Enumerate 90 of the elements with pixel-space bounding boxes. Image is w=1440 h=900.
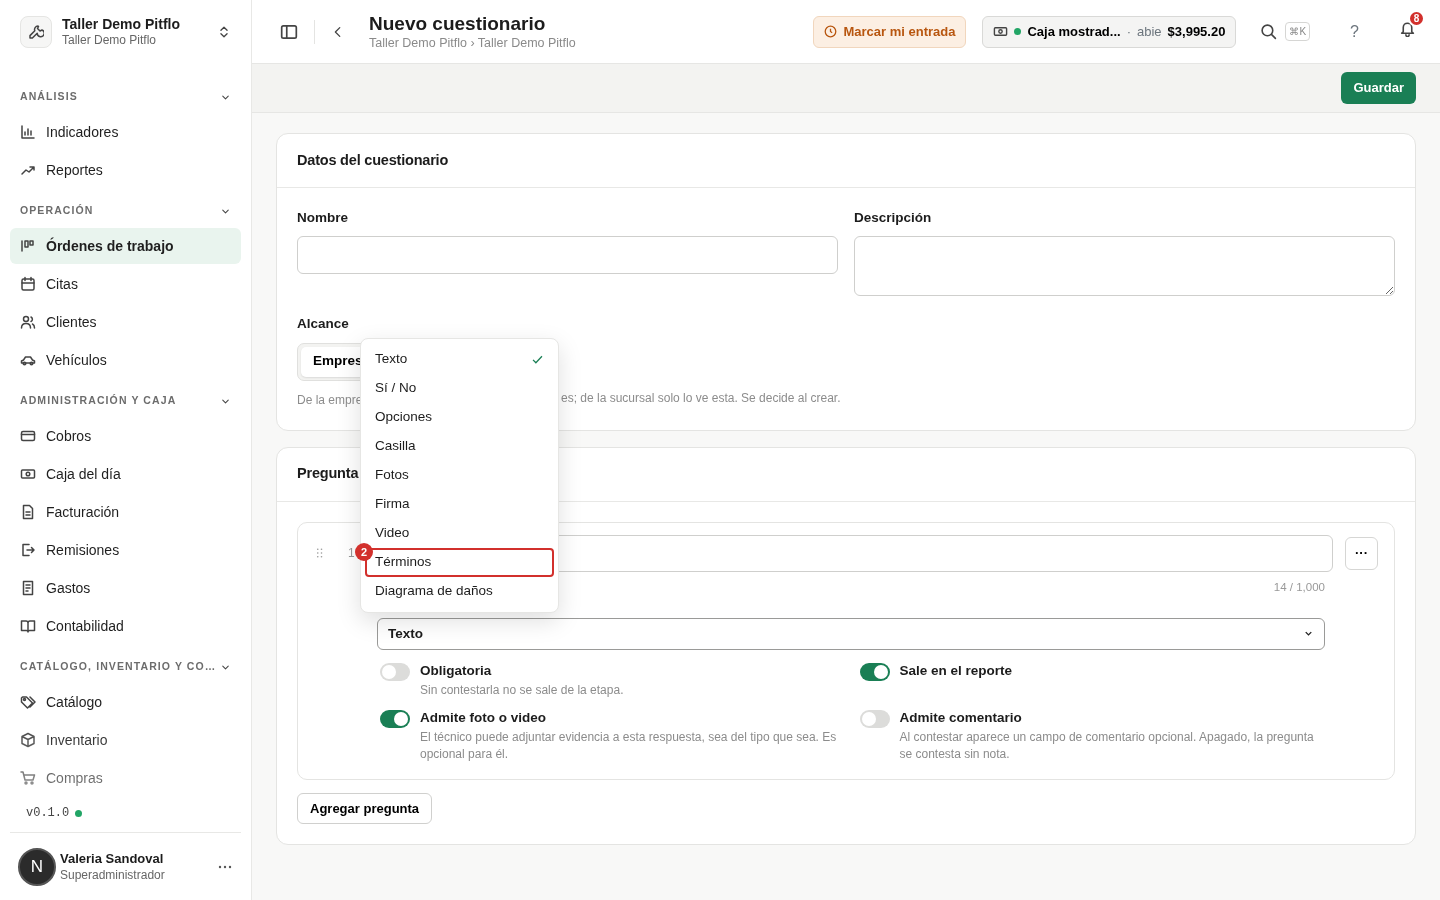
receipt-icon xyxy=(20,580,36,596)
cash-icon xyxy=(20,466,36,482)
more-button[interactable]: ··· xyxy=(1345,536,1378,570)
status-dot xyxy=(75,809,83,817)
menu-option[interactable]: Sí / No xyxy=(373,378,554,399)
sidebar-toggle-icon[interactable] xyxy=(280,22,298,41)
breadcrumb: Taller Demo Pitflo › Taller Demo Pitflo xyxy=(369,34,577,51)
workspace-subtitle: Taller Demo Pitflo xyxy=(62,33,158,48)
section-heading[interactable]: OPERACIÓN xyxy=(20,203,94,219)
document-icon xyxy=(20,504,36,520)
toggle-switch[interactable] xyxy=(859,662,890,681)
status-dot xyxy=(1014,28,1022,35)
sidebar-item[interactable]: Reportes xyxy=(10,152,241,188)
separator-dot: · xyxy=(1126,22,1131,41)
field-label: Descripción xyxy=(854,209,933,227)
toggle-switch[interactable] xyxy=(380,662,410,681)
calendar-icon xyxy=(20,276,36,292)
kanban-icon xyxy=(20,238,36,254)
sidebar-item[interactable]: Caja del día xyxy=(10,456,241,492)
cash-icon xyxy=(993,24,1009,39)
sidebar-item[interactable]: Remisiones xyxy=(10,532,241,568)
toggle-label: Admite comentario xyxy=(899,708,1023,727)
add-question-button[interactable]: Agregar pregunta xyxy=(297,792,433,824)
clock-icon xyxy=(824,25,838,38)
bar-chart-icon xyxy=(20,124,36,140)
toggle-label: Admite foto o video xyxy=(420,708,547,727)
sidebar-item[interactable]: Contabilidad xyxy=(10,608,241,644)
question-number: 1 xyxy=(348,545,356,562)
save-button[interactable]: Guardar xyxy=(1341,72,1416,104)
section-heading[interactable]: ANÁLISIS xyxy=(20,89,78,105)
character-count: 14 / 1,000 xyxy=(1273,579,1325,595)
sidebar-item[interactable]: Indicadores xyxy=(10,114,241,150)
hint-text: es; de la sucursal solo lo ve esta. Se decide al crear. xyxy=(561,389,841,407)
box-icon xyxy=(20,732,36,748)
avatar[interactable]: N xyxy=(18,847,56,886)
cart-icon xyxy=(20,770,36,786)
user-role: Superadministrador xyxy=(60,866,166,883)
menu-option[interactable]: Video xyxy=(373,523,554,544)
section-heading[interactable]: ADMINISTRACIÓN Y CAJA xyxy=(20,393,177,409)
page-title: Nuevo cuestionario xyxy=(369,12,547,35)
menu-option[interactable]: Diagrama de daños xyxy=(373,581,554,602)
wrench-icon xyxy=(20,16,52,48)
sidebar-item[interactable]: Inventario xyxy=(10,722,241,758)
toggle-label: Sale en el reporte xyxy=(899,661,1013,680)
section-heading[interactable]: CATÁLOGO, INVENTARIO Y CO… xyxy=(20,659,217,675)
sidebar-item[interactable]: Gastos xyxy=(10,570,241,606)
description-field[interactable] xyxy=(854,236,1395,297)
sidebar-item[interactable]: Citas xyxy=(10,266,241,302)
field-label: Nombre xyxy=(297,209,349,227)
menu-option[interactable]: Texto xyxy=(373,349,554,370)
sidebar-item[interactable]: Compras xyxy=(10,760,241,796)
toggle-label: Obligatoria xyxy=(420,661,493,680)
export-icon xyxy=(20,542,36,558)
workspace-name: Taller Demo Pitflo xyxy=(62,16,181,33)
toggle-description: El técnico puede adjuntar evidencia a esta respuesta, sea del tipo que sea. Es opcional para él. xyxy=(420,728,838,763)
register-name: Caja mostrad... xyxy=(1027,22,1121,41)
tags-icon xyxy=(20,694,36,710)
field-label: Alcance xyxy=(297,315,350,334)
users-icon xyxy=(20,314,36,330)
sidebar-item[interactable]: Facturación xyxy=(10,494,241,530)
search-icon[interactable] xyxy=(1260,23,1278,40)
menu-option[interactable]: Opciones xyxy=(373,407,554,428)
shortcut-hint: ⌘K xyxy=(1285,22,1311,41)
card-icon xyxy=(20,428,36,444)
toggle-switch[interactable] xyxy=(859,709,890,728)
sidebar-item[interactable]: Clientes xyxy=(10,304,241,340)
step-badge: 2 xyxy=(355,543,373,561)
register-amount: $3,995.20 xyxy=(1167,22,1226,41)
cash-register-button[interactable]: Caja mostrad... · abie $3,995.20 xyxy=(982,15,1237,48)
toggle-switch[interactable] xyxy=(380,709,410,728)
register-status: abie xyxy=(1137,22,1162,41)
type-select[interactable]: Texto xyxy=(377,617,1325,650)
book-icon xyxy=(20,618,36,634)
sidebar-item[interactable]: Catálogo xyxy=(10,684,241,720)
name-field[interactable] xyxy=(297,236,838,275)
bell-icon[interactable] xyxy=(1399,20,1416,37)
sidebar-item[interactable]: Vehículos xyxy=(10,342,241,378)
menu-option[interactable]: Fotos xyxy=(373,465,554,486)
select-value: Texto xyxy=(388,624,423,643)
notification-count: 8 xyxy=(1408,10,1425,27)
switcher-icon[interactable] xyxy=(217,25,231,39)
sidebar-item[interactable]: Cobros xyxy=(10,418,241,454)
user-name: Valeria Sandoval xyxy=(60,850,165,867)
toggle-description: Al contestar aparece un campo de comentario opcional. Apagado, la pregunta se contesta sin nota. xyxy=(899,728,1315,763)
version-label: v0.1.0 xyxy=(26,805,70,822)
card-title: Datos del cuestionario xyxy=(277,134,1415,188)
clock-in-button[interactable]: Marcar mi entrada xyxy=(813,15,967,48)
help-button[interactable]: ? xyxy=(1334,19,1359,44)
menu-option[interactable]: Términos xyxy=(373,552,554,573)
toggle-description: Sin contestarla no se sale de la etapa. xyxy=(420,681,624,699)
